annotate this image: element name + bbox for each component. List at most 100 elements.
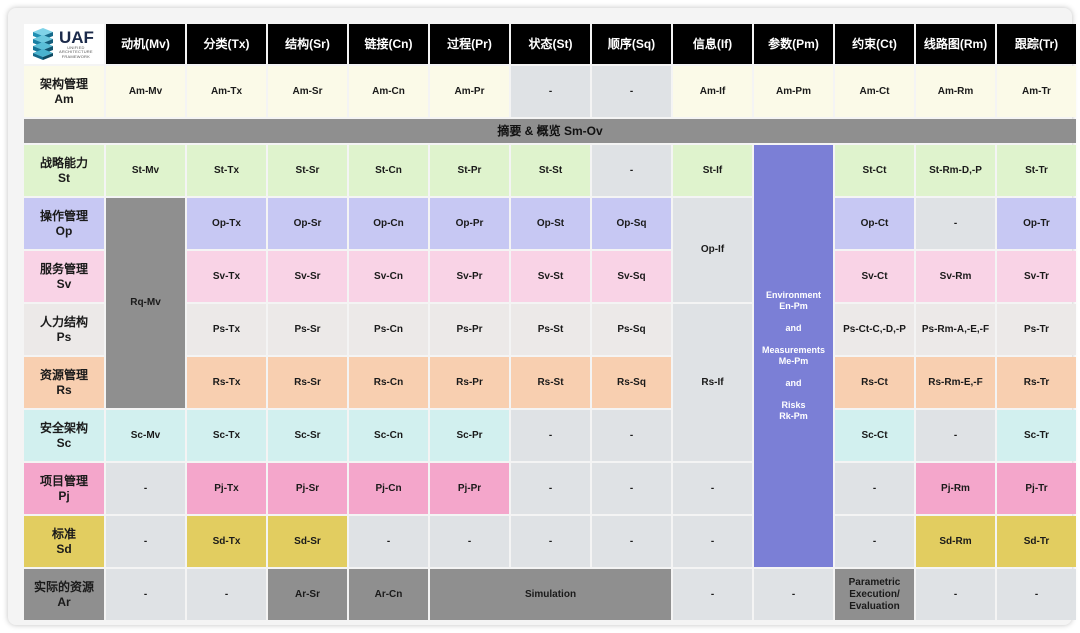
matrix-cell: -	[997, 569, 1076, 620]
matrix-cell: St-Mv	[106, 145, 185, 196]
matrix-cell: Ps-Sq	[592, 304, 671, 355]
uaf-grid-matrix: UAF UNIFIED ARCHITECTURE FRAMEWORK 动机(Mv…	[24, 24, 1076, 625]
matrix-cell: Am-Ct	[835, 66, 914, 117]
matrix-cell: Sv-Rm	[916, 251, 995, 302]
matrix-cell: Op-Pr	[430, 198, 509, 249]
matrix-cell: Op-Cn	[349, 198, 428, 249]
matrix-cell: Op-Sq	[592, 198, 671, 249]
parametric-line	[762, 334, 825, 345]
row-header: 项目管理 Pj	[24, 463, 104, 514]
matrix-cell: St-Cn	[349, 145, 428, 196]
matrix-cell: Sc-Mv	[106, 410, 185, 461]
row-header-code: St	[58, 170, 70, 185]
matrix-cell: Rs-Sr	[268, 357, 347, 408]
matrix-cell: Am-If	[673, 66, 752, 117]
matrix-cell: -	[106, 463, 185, 514]
row-header-name: 服务管理	[39, 262, 88, 277]
matrix-cell: Am-Pr	[430, 66, 509, 117]
matrix-cell: Rs-St	[511, 357, 590, 408]
matrix-cell: Simulation	[430, 569, 671, 620]
matrix-cell: Am-Tx	[187, 66, 266, 117]
matrix-cell: Ps-Pr	[430, 304, 509, 355]
matrix-cell: Rs-Tx	[187, 357, 266, 408]
matrix-cell: Op-Ct	[835, 198, 914, 249]
matrix-cell: Op-Sr	[268, 198, 347, 249]
matrix-cell: Am-Cn	[349, 66, 428, 117]
matrix-cell: St-Ct	[835, 145, 914, 196]
matrix-cell: Sv-Ct	[835, 251, 914, 302]
row-header: 标准 Sd	[24, 516, 104, 567]
parametric-environment-cell: Environment En-Pm and Measurements Me-Pm and R…	[754, 145, 833, 567]
matrix-cell: -	[916, 569, 995, 620]
matrix-cell: Sc-Tx	[187, 410, 266, 461]
matrix-cell: Pj-Tr	[997, 463, 1076, 514]
row-header-name: 战略能力	[39, 156, 88, 171]
matrix-cell: Sc-Cn	[349, 410, 428, 461]
matrix-cell: St-Tx	[187, 145, 266, 196]
matrix-cell: -	[592, 145, 671, 196]
matrix-cell: Sd-Rm	[916, 516, 995, 567]
matrix-cell: Ps-Sr	[268, 304, 347, 355]
summary-overview-banner: 摘要 & 概览 Sm-Ov	[24, 119, 1076, 143]
row-header-code: Ps	[56, 329, 72, 344]
row-header-code: Pj	[58, 488, 70, 503]
row-header-name: 人力结构	[39, 315, 88, 330]
row-header-code: Am	[54, 91, 74, 106]
column-header: 链接(Cn)	[349, 24, 428, 64]
matrix-cell: -	[916, 198, 995, 249]
matrix-cell: Sc-Pr	[430, 410, 509, 461]
matrix-cell: Rs-If	[673, 304, 752, 461]
matrix-cell: -	[592, 66, 671, 117]
matrix-cell: Sv-Sr	[268, 251, 347, 302]
matrix-cell: Parametric Execution/ Evaluation	[835, 569, 914, 620]
parametric-line	[762, 389, 825, 400]
row-header-name: 实际的资源	[33, 580, 94, 595]
column-header: 信息(If)	[673, 24, 752, 64]
matrix-cell: Rs-Rm-E,-F	[916, 357, 995, 408]
matrix-cell: St-Pr	[430, 145, 509, 196]
parametric-line: Measurements	[761, 345, 826, 355]
matrix-cell: St-Tr	[997, 145, 1076, 196]
matrix-cell: -	[106, 516, 185, 567]
matrix-cell: -	[511, 463, 590, 514]
matrix-cell: Sd-Sr	[268, 516, 347, 567]
matrix-cell: Pj-Rm	[916, 463, 995, 514]
matrix-cell: Ps-Cn	[349, 304, 428, 355]
row-header-name: 架构管理	[39, 77, 88, 92]
matrix-cell: -	[754, 569, 833, 620]
matrix-cell: Ps-Rm-A,-E,-F	[916, 304, 995, 355]
parametric-line: En-Pm	[779, 301, 808, 311]
row-header: 资源管理 Rs	[24, 357, 104, 408]
matrix-cell: Rq-Mv	[106, 198, 185, 408]
matrix-cell: St-Rm-D,-P	[916, 145, 995, 196]
column-header: 参数(Pm)	[754, 24, 833, 64]
matrix-cell: -	[511, 410, 590, 461]
matrix-cell: Sd-Tx	[187, 516, 266, 567]
matrix-cell: Pj-Cn	[349, 463, 428, 514]
parametric-line: Environment	[765, 290, 821, 300]
matrix-cell: -	[592, 516, 671, 567]
matrix-cell: Rs-Ct	[835, 357, 914, 408]
matrix-cell: -	[673, 516, 752, 567]
row-header: 人力结构 Ps	[24, 304, 104, 355]
matrix-cell: -	[349, 516, 428, 567]
row-header: 架构管理 Am	[24, 66, 104, 117]
matrix-cell: Ps-Tx	[187, 304, 266, 355]
parametric-line	[762, 367, 825, 378]
matrix-cell: Pj-Pr	[430, 463, 509, 514]
matrix-cell: Sc-Tr	[997, 410, 1076, 461]
column-header: 跟踪(Tr)	[997, 24, 1076, 64]
matrix-cell: Am-Rm	[916, 66, 995, 117]
parametric-line: and	[785, 323, 802, 333]
matrix-cell: Sv-Tr	[997, 251, 1076, 302]
column-header: 约束(Ct)	[835, 24, 914, 64]
matrix-cell: Ps-St	[511, 304, 590, 355]
matrix-cell: -	[187, 569, 266, 620]
matrix-cell: Op-Tr	[997, 198, 1076, 249]
matrix-cell: Rs-Tr	[997, 357, 1076, 408]
matrix-cell: -	[511, 516, 590, 567]
parametric-line: and	[785, 378, 802, 388]
matrix-cell: -	[106, 569, 185, 620]
matrix-cell: -	[673, 463, 752, 514]
matrix-cell: Ar-Cn	[349, 569, 428, 620]
